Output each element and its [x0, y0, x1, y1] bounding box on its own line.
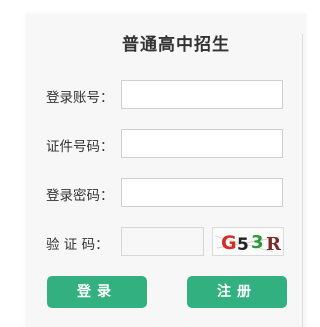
account-label: 登录账号：	[46, 90, 114, 106]
account-row: 登录账号：	[0, 80, 310, 110]
captcha-char-3: 3	[251, 232, 264, 253]
idcard-row: 证件号码：	[0, 129, 310, 159]
page-title: 普通高中招生	[122, 35, 230, 55]
idcard-input[interactable]	[121, 129, 283, 158]
idcard-label: 证件号码：	[46, 139, 114, 155]
account-input[interactable]	[121, 80, 283, 109]
register-button[interactable]: 注册	[187, 276, 287, 308]
captcha-input[interactable]	[121, 227, 204, 256]
captcha-char-4: R	[266, 234, 282, 255]
password-input[interactable]	[121, 178, 283, 207]
captcha-row: 验 证 码： G 5 3 R	[0, 227, 310, 257]
captcha-char-1: G	[221, 232, 237, 254]
captcha-image[interactable]: G 5 3 R	[212, 227, 284, 256]
captcha-glyphs: G 5 3 R	[214, 232, 282, 255]
captcha-label: 验 证 码：	[46, 237, 109, 253]
captcha-char-2: 5	[237, 235, 249, 255]
login-button[interactable]: 登录	[47, 276, 147, 308]
page: 普通高中招生 登录账号： 证件号码： 登录密码： 验 证 码： G 5 3 R …	[0, 0, 310, 327]
password-row: 登录密码：	[0, 178, 310, 208]
password-label: 登录密码：	[46, 188, 114, 204]
